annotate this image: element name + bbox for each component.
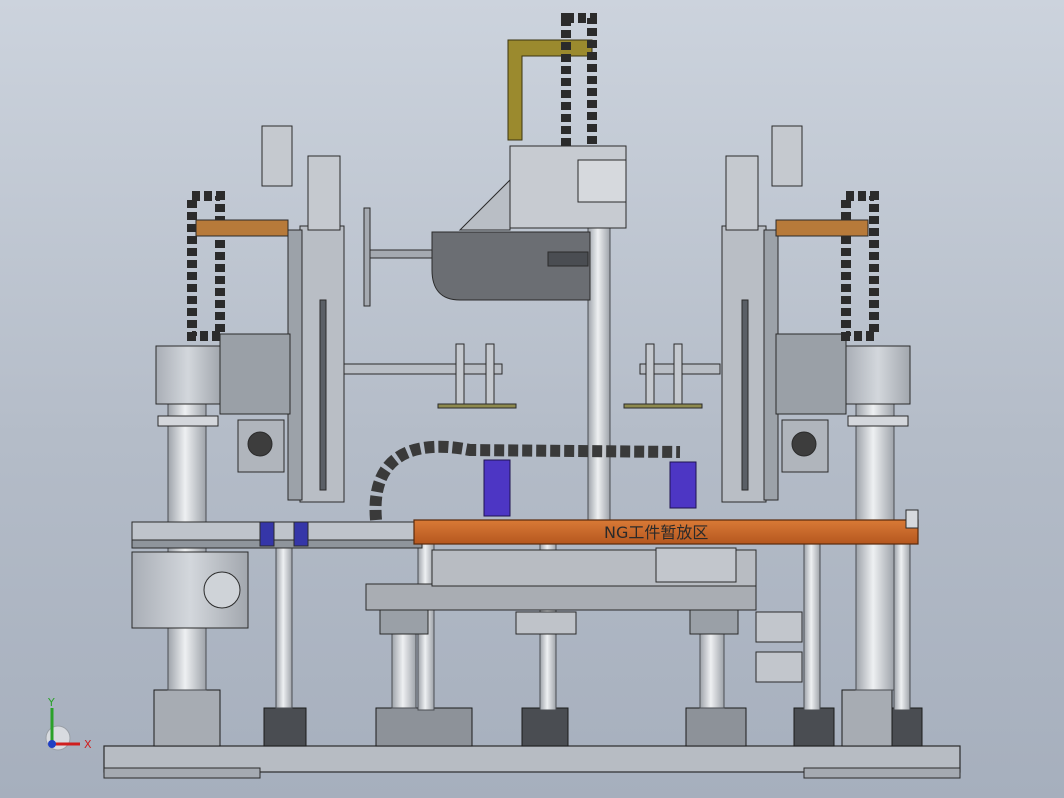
central-gripper bbox=[363, 145, 627, 307]
mechanical-drawing: NG工件暂放区 Y X bbox=[45, 13, 961, 779]
base-plate bbox=[103, 745, 961, 779]
y-axis-label: Y bbox=[47, 696, 55, 709]
right-side-cylinders bbox=[755, 611, 803, 683]
right-actuator bbox=[721, 155, 779, 503]
top-bracket bbox=[507, 13, 597, 163]
x-axis-label: X bbox=[84, 738, 92, 751]
left-chain-arm bbox=[187, 125, 293, 341]
right-suction-fingers bbox=[623, 343, 721, 409]
cable-chain bbox=[369, 440, 681, 521]
left-actuator bbox=[287, 155, 345, 503]
ng-plate-label: NG工件暂放区 bbox=[604, 523, 708, 542]
axis-triad: Y X bbox=[45, 696, 92, 751]
left-suction-fingers bbox=[343, 343, 517, 409]
right-chain-arm bbox=[771, 125, 879, 341]
